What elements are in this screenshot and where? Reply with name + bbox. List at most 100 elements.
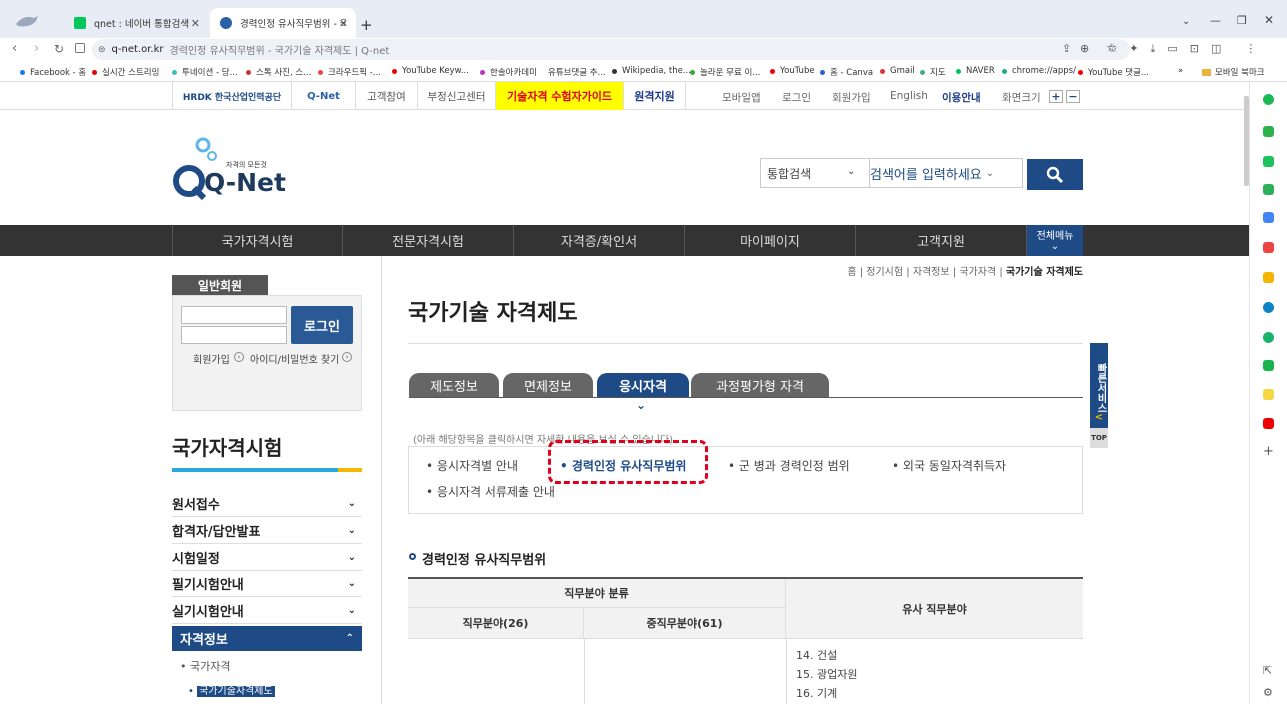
- find-account-link[interactable]: 아이디/비밀번호 찾기: [250, 351, 339, 366]
- link-eligibility-guide[interactable]: • 응시자격별 안내: [426, 457, 518, 474]
- download-icon[interactable]: ⤓: [1150, 42, 1155, 58]
- bookmark-item[interactable]: NAVER: [956, 66, 995, 76]
- share-icon[interactable]: ⇪: [1062, 42, 1071, 55]
- minimize-icon[interactable]: —: [1210, 14, 1221, 27]
- bookmark-item[interactable]: Wikipedia, the...: [612, 66, 691, 76]
- tab-exemption-info[interactable]: 면제정보: [503, 373, 593, 397]
- app-icon[interactable]: [1263, 332, 1274, 343]
- bookmark-item[interactable]: Facebook - 홈: [20, 66, 86, 78]
- sidebar-item-results[interactable]: 합격자/답안발표 ⌄: [172, 518, 362, 544]
- new-tab-button[interactable]: +: [360, 16, 373, 34]
- breadcrumb-item[interactable]: 국가자격: [959, 267, 996, 278]
- sidebar-icon[interactable]: ◫: [1211, 42, 1221, 58]
- link-foreign-qualification[interactable]: • 외국 동일자격취득자: [892, 457, 1006, 474]
- add-app-icon[interactable]: +: [1263, 444, 1274, 459]
- app-icon[interactable]: [1263, 212, 1274, 223]
- search-scope-select[interactable]: 통합검색 ⌄: [760, 158, 870, 188]
- tab-qnet[interactable]: 경력인정 유사직무범위 - 국가기 ✕: [210, 8, 356, 38]
- settings-icon[interactable]: ⚙: [1263, 686, 1273, 699]
- app-icon[interactable]: [1263, 389, 1274, 400]
- bookmark-item[interactable]: 스톡 사진, 스...: [246, 66, 311, 78]
- tab-system-info[interactable]: 제도정보: [409, 373, 499, 397]
- app-icon[interactable]: [1263, 94, 1274, 105]
- search-input[interactable]: 검색어를 입력하세요 ⌄: [870, 158, 1023, 188]
- nav-item-national-exam[interactable]: 국가자격시험: [172, 225, 343, 256]
- menu-icon[interactable]: ⋮: [1245, 42, 1256, 58]
- nav-item-mypage[interactable]: 마이페이지: [685, 225, 856, 256]
- bookmark-item[interactable]: 투네이션 - 당...: [172, 66, 238, 78]
- sidebar-item-practical-exam[interactable]: 실기시험안내 ⌄: [172, 598, 362, 624]
- english-link[interactable]: English: [890, 90, 928, 102]
- app-icon[interactable]: [1263, 242, 1274, 253]
- sidebar-item-application[interactable]: 원서접수 ⌄: [172, 491, 362, 517]
- top-button[interactable]: TOP: [1090, 428, 1108, 448]
- app-icon[interactable]: [1263, 360, 1274, 371]
- mobile-app-link[interactable]: 모바일앱: [722, 90, 761, 105]
- sub-item-tech-system[interactable]: • 국가기술자격제도: [188, 682, 275, 697]
- bookmark-item[interactable]: YouTube Keyw...: [392, 66, 469, 76]
- report-link[interactable]: 부정신고센터: [418, 82, 496, 110]
- app-icon[interactable]: [1263, 156, 1274, 167]
- screenshot-icon[interactable]: ⊡: [1190, 42, 1199, 58]
- tab-naver[interactable]: qnet : 네이버 통합검색 ✕: [64, 8, 208, 38]
- bookmark-star-icon[interactable]: ✩: [1108, 42, 1117, 58]
- breadcrumb-item[interactable]: 홈: [847, 267, 856, 278]
- back-icon[interactable]: ‹: [12, 41, 17, 56]
- bookmark-item[interactable]: YouTube: [770, 66, 815, 76]
- member-tab[interactable]: 일반회원: [172, 275, 268, 295]
- join-link[interactable]: 회원가입: [193, 351, 230, 366]
- sidebar-item-qualification-info[interactable]: 자격정보 ⌃: [172, 626, 362, 651]
- restore-icon[interactable]: ❐: [1237, 14, 1247, 27]
- reload-icon[interactable]: ↻: [54, 42, 64, 56]
- app-icon[interactable]: [1263, 272, 1274, 283]
- signup-link[interactable]: 회원가입: [832, 90, 871, 105]
- mobile-bookmarks[interactable]: 모바일 북마크: [1202, 66, 1265, 78]
- breadcrumb-item[interactable]: 자격정보: [913, 267, 950, 278]
- bookmark-item[interactable]: 놀라운 무료 이...: [690, 66, 760, 78]
- hrdk-logo[interactable]: HRDK 한국산업인력공단: [172, 82, 292, 110]
- window-close-icon[interactable]: ✕: [1264, 13, 1274, 27]
- id-input[interactable]: [181, 306, 287, 324]
- forward-icon[interactable]: ›: [34, 41, 39, 56]
- exam-guide-link[interactable]: 기술자격 수험자가이드: [496, 82, 624, 110]
- tab-course-evaluation[interactable]: 과정평가형 자격: [691, 373, 829, 397]
- nav-item-certificate[interactable]: 자격증/확인서: [514, 225, 685, 256]
- app-icon[interactable]: [1263, 418, 1274, 429]
- search-button[interactable]: [1027, 159, 1083, 190]
- nav-item-professional-exam[interactable]: 전문자격시험: [343, 225, 514, 256]
- app-icon[interactable]: [1263, 302, 1274, 313]
- site-info-icon[interactable]: ⊜: [98, 45, 106, 55]
- sidebar-item-written-exam[interactable]: 필기시험안내 ⌄: [172, 571, 362, 597]
- bookmark-item[interactable]: 실시간 스트리밍: [92, 66, 159, 78]
- bookmark-item[interactable]: 지도: [920, 66, 946, 78]
- bookmark-item[interactable]: 한솔아카데미: [480, 66, 537, 78]
- nav-item-support[interactable]: 고객지원: [856, 225, 1027, 256]
- tab-search-icon[interactable]: ⌄: [1182, 16, 1190, 27]
- open-external-icon[interactable]: ⇱: [1263, 664, 1272, 677]
- link-document-submission[interactable]: • 응시자격 서류제출 안내: [426, 483, 555, 500]
- bookmarks-more[interactable]: »: [1178, 66, 1183, 76]
- customer-participation-link[interactable]: 고객참여: [356, 82, 418, 110]
- breadcrumb-item[interactable]: 정기시험: [866, 267, 903, 278]
- address-bar[interactable]: ⊜ q-net.or.kr 경력인정 유사직무범위 - 국가기술 자격제도 | …: [92, 39, 1130, 60]
- login-button[interactable]: 로그인: [291, 306, 353, 344]
- app-icon[interactable]: [1263, 184, 1274, 195]
- zoom-out-button[interactable]: −: [1066, 90, 1080, 103]
- bookmark-item[interactable]: chrome://apps/: [1002, 66, 1076, 76]
- bookmark-item[interactable]: 유튜브댓글 추...: [548, 66, 606, 78]
- bookmark-item[interactable]: 홈 - Canva: [820, 66, 873, 78]
- all-menu-button[interactable]: 전체메뉴 ⌄: [1027, 225, 1083, 256]
- cast-icon[interactable]: ▭: [1167, 42, 1177, 58]
- usage-guide-link[interactable]: 이용안내: [942, 90, 981, 105]
- close-icon[interactable]: ✕: [339, 17, 348, 30]
- close-icon[interactable]: ✕: [191, 17, 200, 30]
- link-military-career[interactable]: • 군 병과 경력인정 범위: [728, 457, 850, 474]
- qnet-small-logo[interactable]: Q-Net: [292, 82, 356, 110]
- password-input[interactable]: [181, 326, 287, 344]
- zoom-in-button[interactable]: +: [1049, 90, 1063, 103]
- login-link[interactable]: 로그인: [782, 90, 811, 105]
- bookmark-item[interactable]: YouTube 댓글...: [1078, 66, 1149, 78]
- zoom-icon[interactable]: ⊕: [1080, 42, 1089, 55]
- bookmark-item[interactable]: Gmail: [880, 66, 915, 76]
- sidebar-item-schedule[interactable]: 시험일정 ⌄: [172, 545, 362, 571]
